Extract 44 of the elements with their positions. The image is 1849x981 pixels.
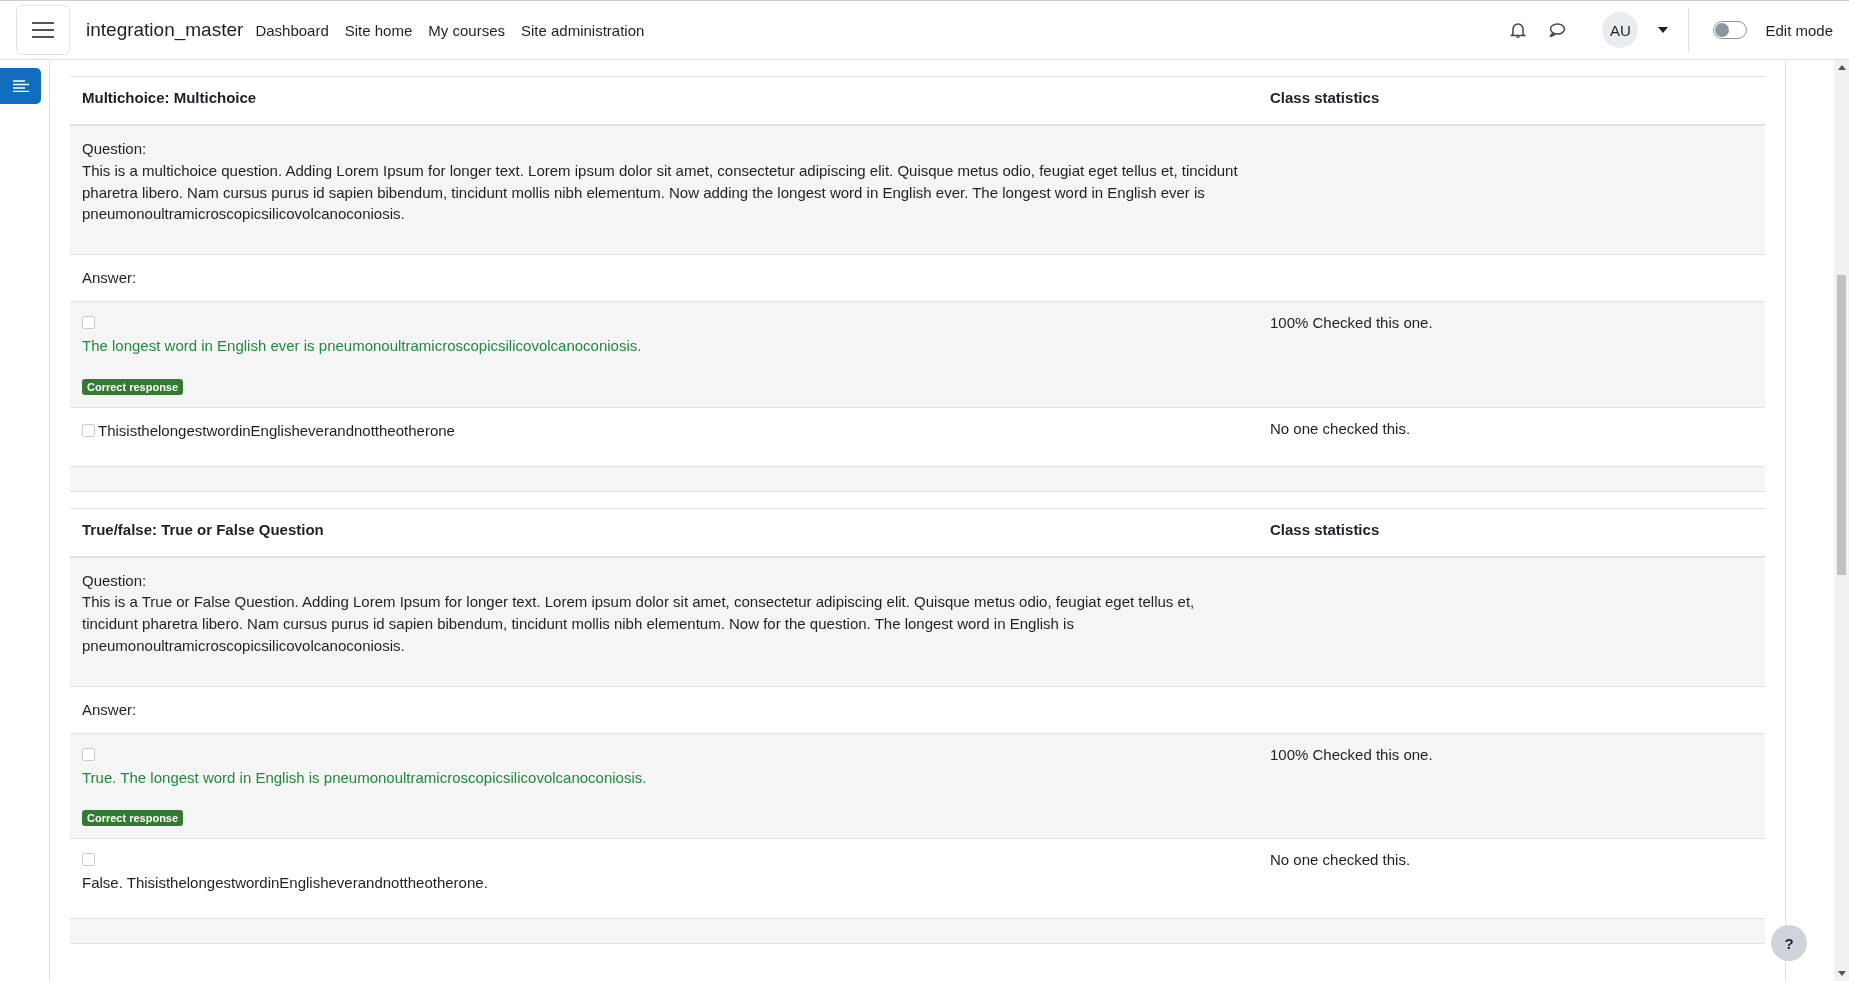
- checkbox[interactable]: [82, 316, 95, 329]
- help-button[interactable]: ?: [1771, 925, 1807, 961]
- scroll-up-icon[interactable]: [1837, 65, 1846, 70]
- edit-mode-switch[interactable]: [1713, 21, 1748, 39]
- nav-link[interactable]: Site home: [344, 21, 413, 39]
- scrollbar-thumb[interactable]: [1837, 275, 1846, 575]
- answer-label: Answer:: [82, 699, 138, 720]
- column-heading: Class statistics: [1270, 520, 1380, 538]
- nav-link[interactable]: Site administration: [521, 21, 645, 39]
- answer-text: True. The longest word in English is pneumonoultramicroscopicsilicovolcanoconiosis.: [82, 768, 647, 786]
- question-text: This is a True or False Question. Adding Lorem Ipsum for longer text. Lorem ipsum dolor sit amet, consectetur adipiscing elit. Quisque metus odio, feugiat eget tellus et, tincidunt pharetra libero. Nam cursus purus id sapien bibendum, tincidunt mollis nibh elementum. Now for the question. The longest word in English is pneumonoultramicroscopicsilicovolcanoconiosis.: [82, 592, 1196, 656]
- checkbox[interactable]: [82, 747, 95, 761]
- question-text: This is a multichoice question. Adding Lorem Ipsum for longer text. Lorem ipsum dolor sit amet, consectetur adipiscing elit. Quisque metus odio, feugiat eget tellus et, tincidunt pharetra libero. Nam cursus purus id sapien bibendum, tincidunt mollis nibh elementum. Now adding the longest word in English ever. The longest word in English ever is pneumonoultramicroscopicsilicovolcanoconiosis.: [82, 160, 1239, 225]
- question-title: Multichoice: Multichoice: [82, 89, 257, 106]
- correct-response-badge: Correct response: [82, 810, 184, 827]
- caret-icon[interactable]: [1658, 27, 1669, 33]
- answer-statistic: 100% Checked this one.: [1270, 314, 1433, 331]
- checkbox[interactable]: [82, 853, 95, 867]
- site-name[interactable]: integration_master: [86, 19, 244, 41]
- nav-link[interactable]: Dashboard: [255, 21, 329, 39]
- index-icon: [12, 80, 29, 92]
- edit-mode-label: Edit mode: [1765, 21, 1833, 39]
- question-label: Question:: [82, 570, 148, 591]
- scroll-down-icon[interactable]: [1837, 971, 1846, 976]
- notification-bell-icon[interactable]: [1510, 21, 1527, 39]
- drawer-toggle-button[interactable]: [0, 68, 41, 104]
- answer-label: Answer:: [82, 268, 138, 288]
- answer-statistic: 100% Checked this one.: [1270, 745, 1433, 763]
- answer-statistic: No one checked this.: [1270, 851, 1411, 869]
- answer-text: The longest word in English ever is pneumonoultramicroscopicsilicovolcanoconiosis.: [82, 337, 642, 354]
- scrollbar[interactable]: [1834, 60, 1849, 981]
- column-heading: Class statistics: [1270, 89, 1380, 106]
- user-avatar[interactable]: AU: [1602, 12, 1639, 48]
- answer-statistic: No one checked this.: [1270, 419, 1411, 437]
- menu-button[interactable]: [16, 5, 70, 55]
- checkbox[interactable]: [82, 423, 95, 437]
- nav-link[interactable]: My courses: [428, 21, 505, 39]
- message-bubble-icon[interactable]: [1548, 22, 1567, 38]
- menu-icon: [32, 22, 54, 38]
- question-label: Question:: [82, 139, 148, 159]
- correct-response-badge: Correct response: [82, 378, 184, 395]
- question-title: True/false: True or False Question: [82, 520, 324, 538]
- answer-text: ThisisthelongestwordinEnglisheverandnottheotherone: [98, 421, 455, 439]
- answer-text: False. ThisisthelongestwordinEnglisheverandnottheotherone.: [82, 874, 488, 892]
